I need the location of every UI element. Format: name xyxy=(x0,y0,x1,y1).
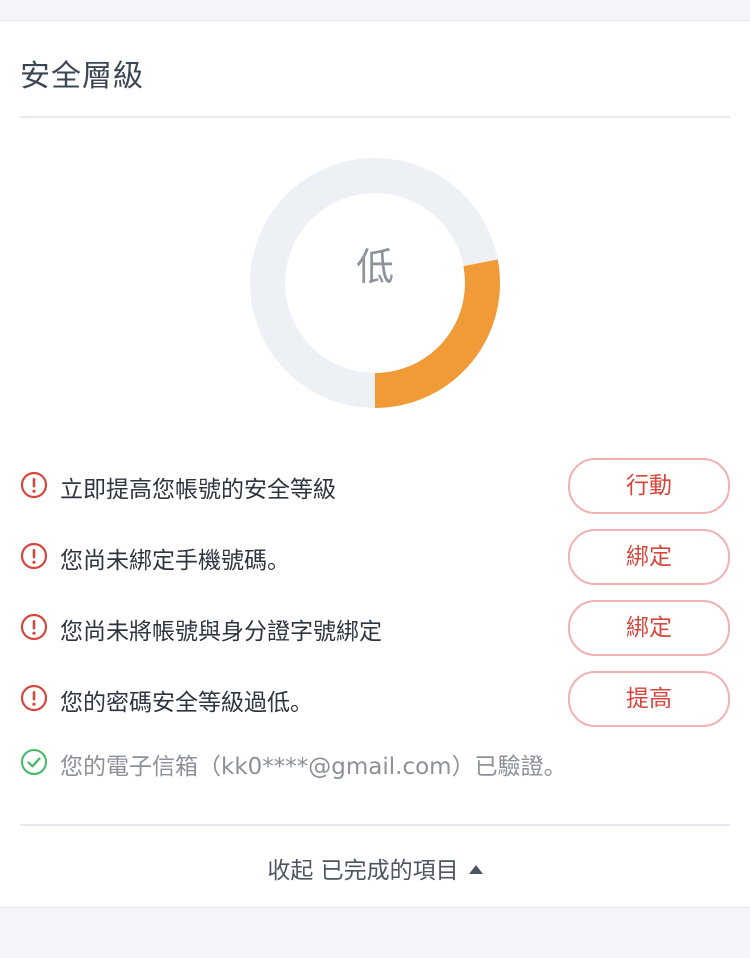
caret-up-icon xyxy=(468,865,483,874)
todo-item-raise-security: 立即提高您帳號的安全等級 行動 xyxy=(20,457,730,514)
todo-item-text: 您的密碼安全等級過低。 xyxy=(60,690,313,716)
raise-password-button[interactable]: 提高 xyxy=(568,671,730,727)
collapse-label: 收起 已完成的項目 xyxy=(267,858,459,884)
todo-item-text: 立即提高您帳號的安全等級 xyxy=(60,477,336,503)
card-title: 安全層級 xyxy=(20,59,144,94)
todo-item-bind-id: 您尚未將帳號與身分證字號綁定 綁定 xyxy=(20,599,730,656)
exclamation-circle-icon xyxy=(20,471,48,499)
exclamation-circle-icon xyxy=(20,542,48,570)
todo-item-bind-phone: 您尚未綁定手機號碼。 綁定 xyxy=(20,528,730,585)
todo-item-password-strength: 您的密碼安全等級過低。 提高 xyxy=(20,670,730,727)
bottom-spacer xyxy=(0,908,750,958)
todo-item-text: 您尚未綁定手機號碼。 xyxy=(60,548,290,574)
bind-id-button[interactable]: 綁定 xyxy=(568,600,730,656)
completed-item-email-verified: 您的電子信箱（kk0****@gmail.com）已驗證。 xyxy=(20,737,730,787)
collapse-completed-toggle[interactable]: 收起 已完成的項目 xyxy=(0,851,750,887)
bind-phone-button[interactable]: 綁定 xyxy=(568,529,730,585)
exclamation-circle-icon xyxy=(20,613,48,641)
action-button[interactable]: 行動 xyxy=(568,458,730,514)
title-divider xyxy=(20,116,730,118)
todo-item-text: 您尚未將帳號與身分證字號綁定 xyxy=(60,619,382,645)
top-spacer xyxy=(0,0,750,21)
check-circle-icon xyxy=(21,749,47,775)
exclamation-circle-icon xyxy=(20,684,48,712)
completed-item-text: 您的電子信箱（kk0****@gmail.com）已驗證。 xyxy=(60,754,567,780)
security-level-card: 安全層級 低 立即提高您帳號的安全等級 行動 您尚未綁定手機號碼。 綁定 您尚未… xyxy=(0,21,750,908)
completed-divider xyxy=(20,824,730,826)
security-level-label: 低 xyxy=(355,245,394,289)
